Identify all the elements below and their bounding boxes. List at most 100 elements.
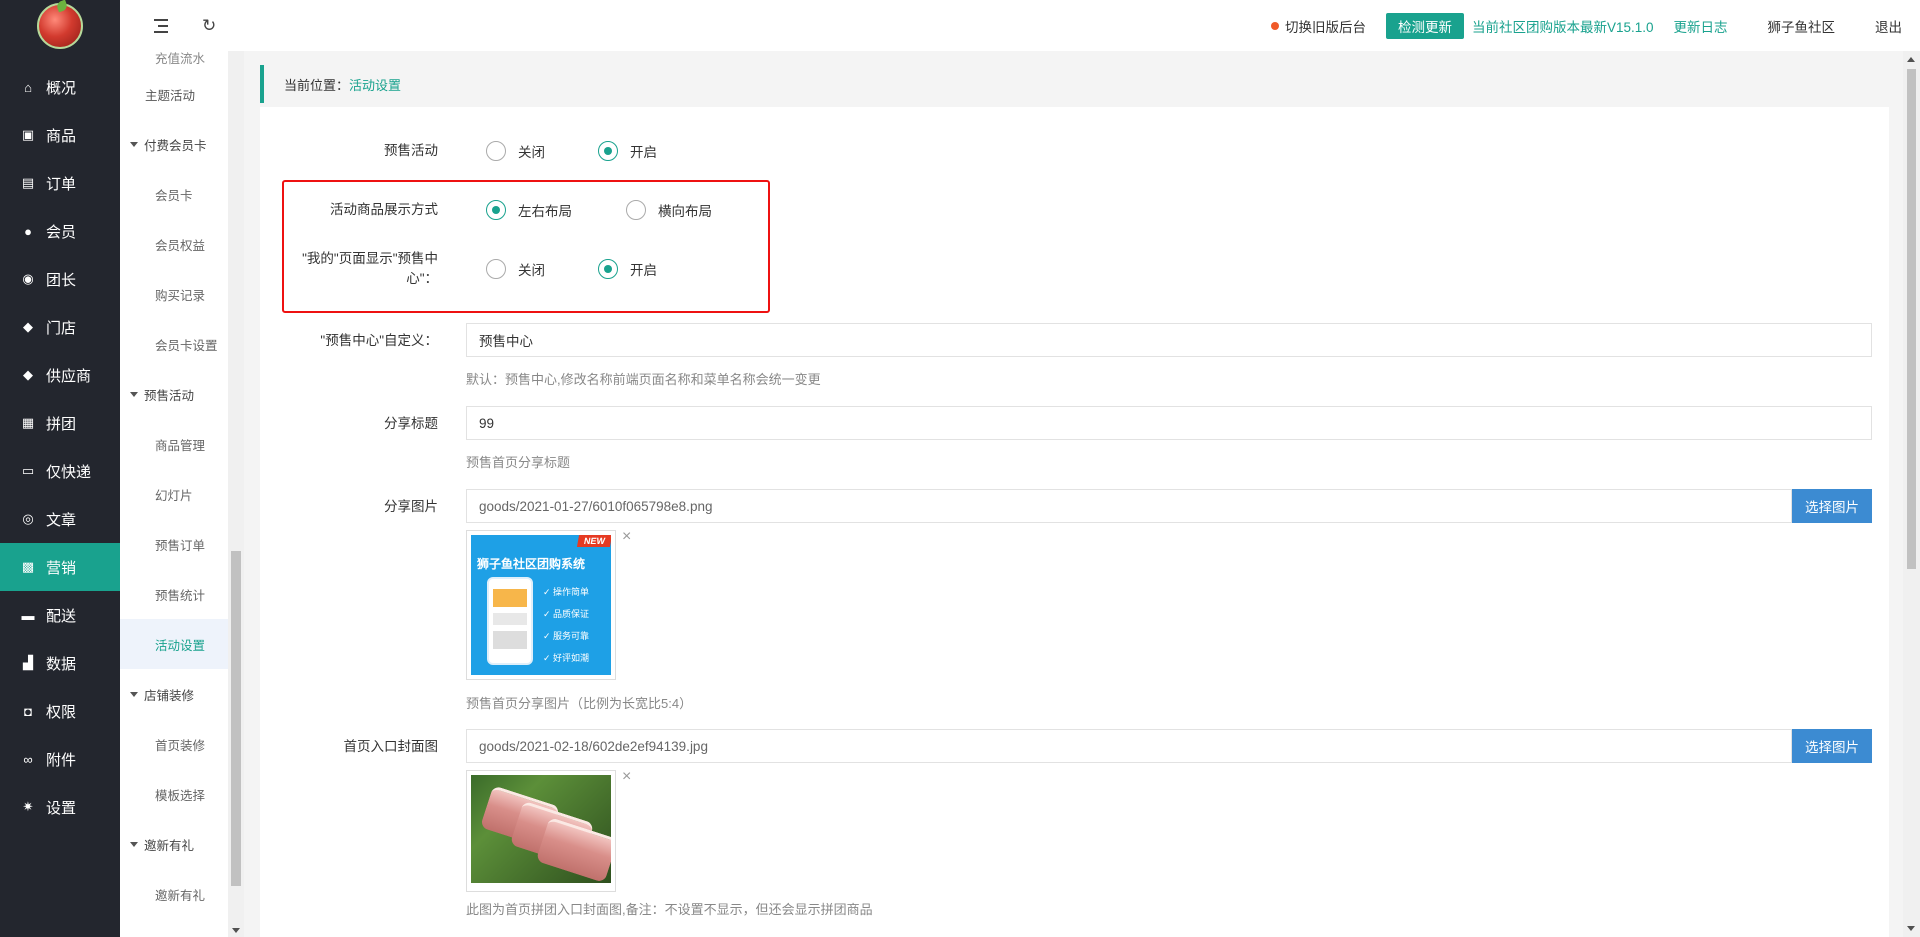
- nav-item-member[interactable]: ● 会员: [0, 207, 120, 255]
- sub-item-vip-card[interactable]: 会员卡: [120, 169, 228, 219]
- sub-group-invite[interactable]: 邀新有礼: [120, 819, 228, 869]
- highlight-box: [282, 180, 770, 313]
- top-header: ↻ 切换旧版后台 检测更新 当前社区团购版本最新V15.1.0 更新日志 狮子鱼…: [120, 0, 1920, 51]
- sub-item-vip-rights[interactable]: 会员权益: [120, 219, 228, 269]
- presale-on-radio[interactable]: 开启: [598, 141, 657, 161]
- nav-item-chart[interactable]: ▟ 数据: [0, 639, 120, 687]
- nav-item-label: 附件: [46, 751, 77, 769]
- center-name-input[interactable]: 预售中心: [466, 323, 1872, 357]
- radio-circle: [598, 141, 618, 161]
- ad-title: 狮子鱼社区团购系统: [477, 557, 586, 571]
- nav-item-order[interactable]: ▤ 订单: [0, 159, 120, 207]
- nav-item-label: 门店: [46, 319, 77, 337]
- ad-feature: ✓ 好评如潮: [543, 653, 590, 663]
- nav-item-express[interactable]: ▭ 仅快递: [0, 447, 120, 495]
- scroll-thumb[interactable]: [231, 551, 241, 886]
- breadcrumb-current[interactable]: 活动设置: [349, 75, 401, 94]
- ad-feature: ✓ 操作简单: [543, 587, 590, 597]
- center-name-label: "预售中心"自定义：: [320, 333, 438, 348]
- scroll-thumb[interactable]: [1907, 69, 1916, 569]
- presale-off-radio[interactable]: 关闭: [486, 141, 545, 161]
- caret-down-icon: [130, 141, 138, 147]
- home-icon: ⌂: [24, 79, 32, 95]
- sub-sidebar-scrollbar[interactable]: [228, 51, 244, 937]
- cover-image-select-button[interactable]: 选择图片: [1792, 729, 1872, 763]
- changelog-link[interactable]: 更新日志: [1674, 16, 1728, 36]
- nav-item-link[interactable]: ∞ 附件: [0, 735, 120, 783]
- sub-item-recharge[interactable]: 充值流水: [120, 51, 228, 69]
- shop-name[interactable]: 狮子鱼社区: [1768, 16, 1836, 36]
- share-title-input[interactable]: 99: [466, 406, 1872, 440]
- sub-sidebar: 充值流水 主题活动 付费会员卡 会员卡 会员权益 购买记录 会员卡设置 预售活动…: [120, 51, 228, 937]
- nav-item-compass[interactable]: ◎ 文章: [0, 495, 120, 543]
- collapse-menu-icon[interactable]: [150, 18, 168, 33]
- logout-link[interactable]: 退出: [1875, 16, 1902, 36]
- breadcrumb: 当前位置： 活动设置: [260, 65, 1889, 103]
- scroll-down-icon[interactable]: [232, 928, 240, 933]
- nav-item-gear[interactable]: ✷ 设置: [0, 783, 120, 831]
- scroll-down-icon[interactable]: [1907, 926, 1915, 931]
- sub-item-theme[interactable]: 主题活动: [120, 69, 228, 119]
- switch-old-link[interactable]: 切换旧版后台: [1285, 16, 1366, 36]
- nav-item-label: 配送: [46, 607, 77, 625]
- nav-item-goods[interactable]: ▣ 商品: [0, 111, 120, 159]
- sub-group-presale[interactable]: 预售活动: [120, 369, 228, 419]
- nav-item-label: 拼团: [46, 415, 77, 433]
- share-image-select-button[interactable]: 选择图片: [1792, 489, 1872, 523]
- caret-down-icon: [130, 841, 138, 847]
- cover-image-path-input[interactable]: goods/2021-02-18/602de2ef94139.jpg: [466, 729, 1792, 763]
- nav-item-gift[interactable]: ▩ 营销: [0, 543, 120, 591]
- nav-item-label: 订单: [46, 175, 77, 193]
- sub-group-label: 邀新有礼: [144, 838, 195, 853]
- check-update-button[interactable]: 检测更新: [1385, 12, 1464, 39]
- nav-item-supplier[interactable]: ◆ 供应商: [0, 351, 120, 399]
- page-scrollbar[interactable]: [1903, 51, 1920, 937]
- nav-item-label: 营销: [46, 559, 77, 577]
- share-image-path-input[interactable]: goods/2021-01-27/6010f065798e8.png: [466, 489, 1792, 523]
- share-image-label: 分享图片: [384, 499, 438, 514]
- caret-down-icon: [130, 391, 138, 397]
- ad-feature: ✓ 服务可靠: [543, 631, 590, 641]
- nav-item-label: 数据: [46, 655, 77, 673]
- nav-item-truck[interactable]: ▬ 配送: [0, 591, 120, 639]
- share-image: NEW 狮子鱼社区团购系统 ✓ 操作简单 ✓ 品质保证 ✓ 服务可靠 ✓ 好评如…: [471, 535, 611, 675]
- sub-group-label: 预售活动: [144, 388, 195, 403]
- sub-item-template[interactable]: 模板选择: [120, 769, 228, 819]
- sub-item-slides[interactable]: 幻灯片: [120, 469, 228, 519]
- sub-group-decor[interactable]: 店铺装修: [120, 669, 228, 719]
- nav-item-label: 仅快递: [46, 463, 92, 481]
- sub-group-vip[interactable]: 付费会员卡: [120, 119, 228, 169]
- logo[interactable]: [0, 0, 120, 51]
- center-name-hint: 默认：预售中心,修改名称前端页面名称和菜单名称会统一变更: [466, 372, 821, 387]
- main-sidebar: ⌂ 概况 ▣ 商品 ▤ 订单 ● 会员 ◉ 团长 ◆ 门店 ◆ 供应商 ▦ 拼团 ▭ 仅快递 ◎ 文章 ▩ 营销 ▬ 配送 ▟ 数…: [0, 0, 120, 937]
- scroll-up-icon[interactable]: [1907, 57, 1915, 62]
- sub-item-home-decor[interactable]: 首页装修: [120, 719, 228, 769]
- nav-item-home[interactable]: ⌂ 概况: [0, 63, 120, 111]
- sub-item-vip-settings[interactable]: 会员卡设置: [120, 319, 228, 369]
- nav-item-store[interactable]: ◆ 门店: [0, 303, 120, 351]
- sub-item-activity-settings[interactable]: 活动设置: [120, 619, 228, 669]
- cover-image-hint: 此图为首页拼团入口封面图,备注：不设置不显示，但还会显示拼团商品: [466, 902, 873, 917]
- nav-item-group[interactable]: ▦ 拼团: [0, 399, 120, 447]
- sub-group-label: 付费会员卡: [144, 138, 207, 153]
- sub-item-invite[interactable]: 邀新有礼: [120, 869, 228, 919]
- sub-item-presale-orders[interactable]: 预售订单: [120, 519, 228, 569]
- nav-item-leader[interactable]: ◉ 团长: [0, 255, 120, 303]
- radio-label: 关闭: [518, 145, 545, 160]
- sub-item-presale-stats[interactable]: 预售统计: [120, 569, 228, 619]
- refresh-icon[interactable]: ↻: [202, 16, 216, 36]
- main-nav: ⌂ 概况 ▣ 商品 ▤ 订单 ● 会员 ◉ 团长 ◆ 门店 ◆ 供应商 ▦ 拼团 ▭ 仅快递 ◎ 文章 ▩ 营销 ▬ 配送 ▟ 数…: [0, 63, 120, 831]
- remove-cover-image-icon[interactable]: ×: [622, 768, 631, 786]
- share-title-hint: 预售首页分享标题: [466, 455, 571, 470]
- leader-icon: ◉: [22, 271, 34, 286]
- nav-item-lock[interactable]: ◘ 权限: [0, 687, 120, 735]
- sub-item-goods-manage[interactable]: 商品管理: [120, 419, 228, 469]
- sub-item-vip-records[interactable]: 购买记录: [120, 269, 228, 319]
- store-icon: ◆: [23, 319, 33, 334]
- gift-icon: ▩: [21, 559, 35, 574]
- supplier-icon: ◆: [23, 367, 33, 382]
- member-icon: ●: [24, 223, 32, 239]
- ad-feature: ✓ 品质保证: [543, 609, 590, 619]
- breadcrumb-prefix: 当前位置：: [284, 77, 350, 93]
- remove-share-image-icon[interactable]: ×: [622, 528, 631, 546]
